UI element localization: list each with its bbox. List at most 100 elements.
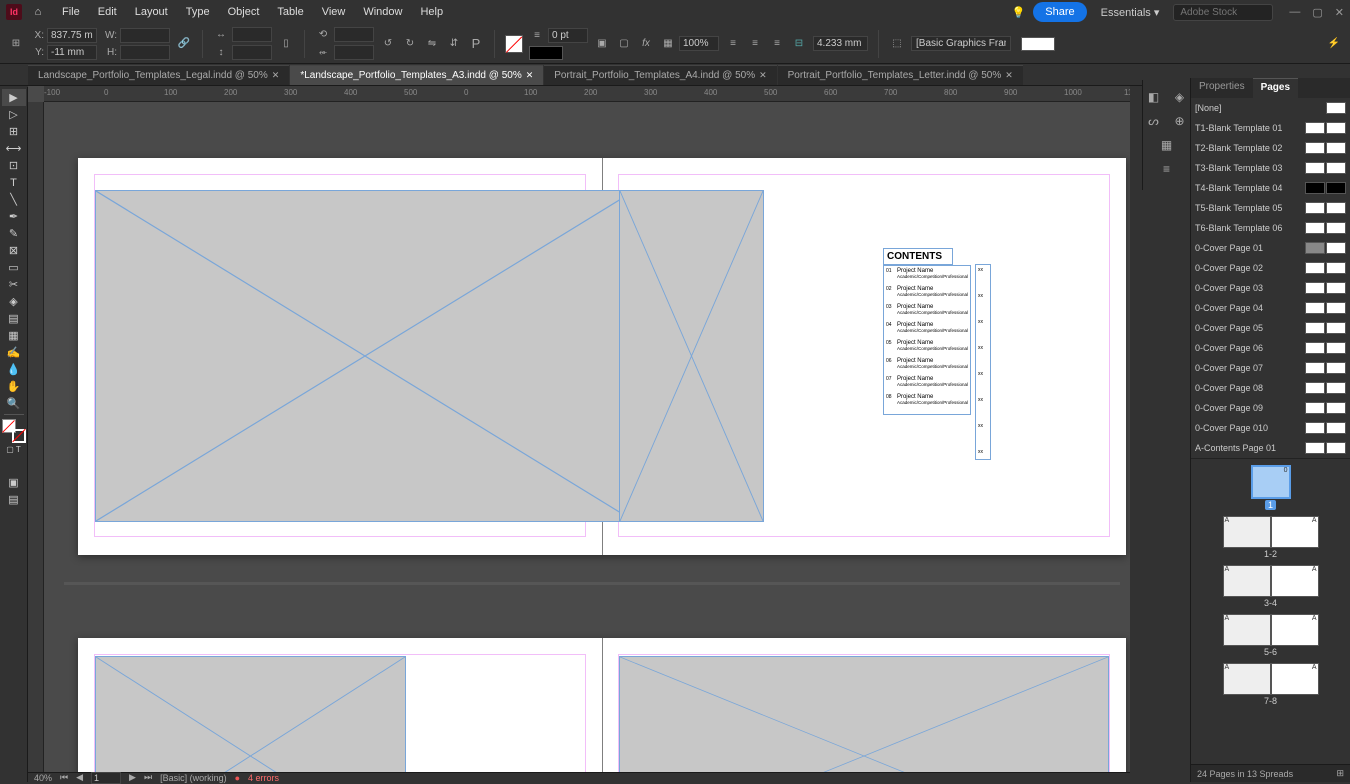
text-wrap-icon[interactable]: ⬚ — [889, 36, 905, 52]
kern-input[interactable] — [813, 36, 868, 51]
transform-ref-icon[interactable]: P — [468, 36, 484, 52]
preflight-errors[interactable]: 4 errors — [248, 773, 279, 783]
menu-table[interactable]: Table — [269, 2, 311, 22]
tab-close-icon[interactable]: ✕ — [526, 70, 534, 81]
home-icon[interactable]: ⌂ — [28, 6, 48, 18]
flip-h-icon[interactable]: ⇋ — [424, 36, 440, 52]
master-page-item[interactable]: 0-Cover Page 01 — [1191, 238, 1350, 258]
stock-search-input[interactable] — [1173, 4, 1273, 21]
contents-title[interactable]: CONTENTS — [883, 248, 953, 265]
w-input[interactable] — [120, 28, 170, 43]
constrain-icon[interactable]: 🔗 — [176, 36, 192, 52]
color-icon[interactable]: ▦ — [1156, 136, 1178, 154]
constrain-scale-icon[interactable]: ▯ — [278, 36, 294, 52]
page-spread-thumb[interactable]: AA5-6 — [1223, 614, 1319, 657]
image-frame[interactable] — [619, 656, 1109, 772]
page-tool[interactable]: ⊞ — [2, 123, 26, 140]
page-spread-thumb[interactable]: AA1-2 — [1223, 516, 1319, 559]
master-page-item[interactable]: 0-Cover Page 08 — [1191, 378, 1350, 398]
preflight-profile[interactable]: [Basic] (working) — [160, 773, 227, 783]
spread[interactable] — [78, 638, 1126, 772]
menu-window[interactable]: Window — [355, 2, 410, 22]
horizontal-ruler[interactable]: -100010020030040050001002003004005006007… — [44, 86, 1130, 102]
page-spread-thumb[interactable]: AA3-4 — [1223, 565, 1319, 608]
image-frame[interactable] — [95, 656, 406, 772]
reference-point-icon[interactable]: ⊞ — [8, 36, 24, 52]
menu-object[interactable]: Object — [220, 2, 268, 22]
distribute-icon[interactable]: ⊟ — [791, 36, 807, 52]
x-input[interactable] — [47, 28, 97, 43]
tab-close-icon[interactable]: ✕ — [1005, 70, 1013, 81]
vertical-ruler[interactable] — [28, 102, 44, 772]
master-page-item[interactable]: 0-Cover Page 03 — [1191, 278, 1350, 298]
cc-libraries-icon[interactable]: ◧ — [1143, 88, 1165, 106]
preview-mode-icon[interactable]: ▤ — [2, 491, 26, 508]
fill-stroke-swatch[interactable] — [2, 419, 26, 443]
image-frame[interactable] — [619, 190, 764, 522]
scissors-tool[interactable]: ✂ — [2, 276, 26, 293]
object-style-select[interactable] — [911, 36, 1011, 51]
scale-x-input[interactable] — [232, 27, 272, 42]
menu-layout[interactable]: Layout — [127, 2, 176, 22]
master-page-item[interactable]: 0-Cover Page 04 — [1191, 298, 1350, 318]
properties-tab[interactable]: Properties — [1191, 78, 1253, 98]
pencil-tool[interactable]: ✎ — [2, 225, 26, 242]
shear-input[interactable] — [334, 45, 374, 60]
maximize-icon[interactable]: ▢ — [1312, 6, 1322, 19]
image-frame[interactable] — [95, 190, 635, 522]
align-right-icon[interactable]: ≡ — [769, 36, 785, 52]
stroke-weight-input[interactable] — [548, 28, 588, 43]
zoom-level[interactable]: 40% — [34, 773, 52, 783]
doc-tab[interactable]: Portrait_Portfolio_Templates_Letter.indd… — [778, 65, 1023, 85]
fx-icon[interactable]: fx — [638, 36, 654, 52]
apply-none-icon[interactable] — [6, 458, 22, 474]
workspace-switcher[interactable]: Essentials ▾ — [1095, 2, 1166, 23]
flip-v-icon[interactable]: ⇵ — [446, 36, 462, 52]
master-page-item[interactable]: 0-Cover Page 06 — [1191, 338, 1350, 358]
fit-frame-icon[interactable]: ▢ — [616, 36, 632, 52]
doc-tab[interactable]: *Landscape_Portfolio_Templates_A3.indd @… — [290, 65, 543, 85]
swatches-icon[interactable]: ⊕ — [1169, 112, 1191, 130]
menu-edit[interactable]: Edit — [90, 2, 125, 22]
page-spread-thumb[interactable]: AA7-8 — [1223, 663, 1319, 706]
page-spread-thumb[interactable]: 01 — [1251, 465, 1291, 510]
spread[interactable]: CONTENTS 01Project NameAcademic/Competit… — [78, 158, 1126, 555]
selection-tool[interactable]: ▶ — [2, 89, 26, 106]
stroke-style-swatch[interactable] — [529, 46, 563, 60]
master-page-item[interactable]: 0-Cover Page 09 — [1191, 398, 1350, 418]
paper-swatch[interactable] — [1021, 37, 1055, 51]
fill-swatch[interactable] — [505, 35, 523, 53]
master-page-item[interactable]: A-Contents Page 01 — [1191, 438, 1350, 458]
type-tool[interactable]: T — [2, 174, 26, 191]
gap-tool[interactable]: ⟷ — [2, 140, 26, 157]
bolt-icon[interactable]: ⚡ — [1326, 36, 1342, 52]
h-input[interactable] — [120, 45, 170, 60]
idea-icon[interactable]: 💡 — [1012, 6, 1026, 19]
master-page-item[interactable]: 0-Cover Page 07 — [1191, 358, 1350, 378]
pen-tool[interactable]: ✒ — [2, 208, 26, 225]
scale-y-input[interactable] — [232, 45, 272, 60]
pasteboard[interactable]: CONTENTS 01Project NameAcademic/Competit… — [44, 102, 1130, 772]
links-icon[interactable]: ᔕ — [1143, 112, 1165, 130]
master-page-item[interactable]: T4-Blank Template 04 — [1191, 178, 1350, 198]
master-page-item[interactable]: 0-Cover Page 05 — [1191, 318, 1350, 338]
opacity-input[interactable] — [679, 36, 719, 51]
page-nav-prev-icon[interactable]: ◀ — [76, 772, 83, 783]
page-nav-first-icon[interactable]: ⏮ — [60, 772, 68, 783]
screen-mode-icon[interactable]: ▣ — [2, 474, 26, 491]
menu-type[interactable]: Type — [178, 2, 218, 22]
master-page-item[interactable]: T6-Blank Template 06 — [1191, 218, 1350, 238]
contents-text-frame[interactable]: CONTENTS 01Project NameAcademic/Competit… — [883, 248, 971, 415]
new-page-icon[interactable]: ⊞ — [1336, 768, 1344, 779]
tab-close-icon[interactable]: ✕ — [272, 70, 280, 81]
page-nav-next-icon[interactable]: ▶ — [129, 772, 136, 783]
master-page-item[interactable]: T2-Blank Template 02 — [1191, 138, 1350, 158]
master-page-item[interactable]: 0-Cover Page 010 — [1191, 418, 1350, 438]
share-button[interactable]: Share — [1033, 2, 1086, 22]
doc-tab[interactable]: Portrait_Portfolio_Templates_A4.indd @ 5… — [544, 65, 776, 85]
rotate-cw-icon[interactable]: ↻ — [402, 36, 418, 52]
gradient-feather-tool[interactable]: ▦ — [2, 327, 26, 344]
layers-icon[interactable]: ◈ — [1169, 88, 1191, 106]
note-tool[interactable]: ✍ — [2, 344, 26, 361]
direct-selection-tool[interactable]: ▷ — [2, 106, 26, 123]
